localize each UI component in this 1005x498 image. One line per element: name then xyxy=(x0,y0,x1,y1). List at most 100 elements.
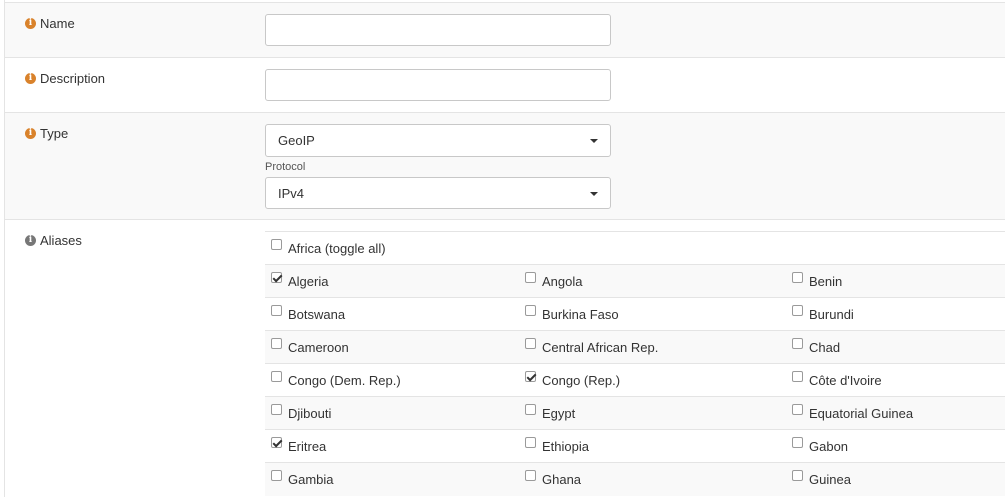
country-checkbox[interactable]: Botswana xyxy=(271,298,345,331)
type-select-value: GeoIP xyxy=(278,133,315,148)
checkbox[interactable] xyxy=(792,272,803,283)
country-label: Gambia xyxy=(288,472,334,487)
country-label: Chad xyxy=(809,340,841,355)
country-label: Burkina Faso xyxy=(542,307,619,322)
country-label: Equatorial Guinea xyxy=(809,406,914,421)
checkbox[interactable] xyxy=(792,437,803,448)
name-field-wrapper xyxy=(265,14,611,46)
country-checkbox[interactable]: Congo (Rep.) xyxy=(525,364,620,397)
checkbox[interactable] xyxy=(525,371,536,382)
name-row: i Name xyxy=(5,2,1005,58)
country-checkbox[interactable]: Eritrea xyxy=(271,430,326,463)
checkbox[interactable] xyxy=(792,404,803,415)
checkbox[interactable] xyxy=(792,305,803,316)
description-input[interactable] xyxy=(266,70,610,100)
country-label: Congo (Rep.) xyxy=(542,373,621,388)
checkbox[interactable] xyxy=(525,338,536,349)
type-select[interactable]: GeoIP xyxy=(265,124,611,157)
info-icon[interactable]: i xyxy=(25,18,36,29)
checkbox[interactable] xyxy=(271,470,282,481)
protocol-select-value: IPv4 xyxy=(278,185,305,201)
info-icon[interactable]: i xyxy=(25,128,36,139)
table-row: Botswana Burkina Faso Burundi xyxy=(265,297,1005,331)
description-row: i Description xyxy=(5,57,1005,113)
country-checkbox[interactable]: Congo (Dem. Rep.) xyxy=(271,364,401,397)
country-checkbox[interactable]: Equatorial Guinea xyxy=(792,397,913,430)
country-checkbox[interactable]: Burundi xyxy=(792,298,854,331)
type-label: i Type xyxy=(25,126,68,141)
country-checkbox[interactable]: Guinea xyxy=(792,463,851,496)
description-label-text: Description xyxy=(40,71,106,86)
country-checkbox[interactable]: Central African Rep. xyxy=(525,331,658,364)
country-checkbox[interactable]: Djibouti xyxy=(271,397,331,430)
table-row: Eritrea Ethiopia Gabon xyxy=(265,429,1005,463)
country-checkbox[interactable]: Gabon xyxy=(792,430,848,463)
country-checkbox[interactable]: Cameroon xyxy=(271,331,349,364)
table-row: Cameroon Central African Rep. Chad xyxy=(265,330,1005,364)
country-label: Burundi xyxy=(809,307,854,322)
checkbox[interactable] xyxy=(271,239,282,250)
checkbox[interactable] xyxy=(525,272,536,283)
protocol-select[interactable]: IPv4 xyxy=(265,177,611,209)
description-label: i Description xyxy=(25,71,105,86)
country-label: Gabon xyxy=(809,439,849,454)
country-checkbox[interactable]: Algeria xyxy=(271,265,328,298)
checkbox[interactable] xyxy=(792,338,803,349)
checkbox[interactable] xyxy=(525,470,536,481)
country-checkbox[interactable]: Chad xyxy=(792,331,840,364)
country-label: Botswana xyxy=(288,307,346,322)
toggle-all-label: Africa (toggle all) xyxy=(288,241,386,256)
country-label: Côte d'Ivoire xyxy=(809,373,882,388)
info-icon[interactable]: i xyxy=(25,235,36,246)
checkbox[interactable] xyxy=(525,305,536,316)
aliases-label: i Aliases xyxy=(25,233,82,248)
country-label: Benin xyxy=(809,274,843,289)
table-row: Gambia Ghana Guinea xyxy=(265,462,1005,496)
checkbox[interactable] xyxy=(271,404,282,415)
country-label: Egypt xyxy=(542,406,576,421)
checkbox[interactable] xyxy=(271,437,282,448)
alias-form: i Name i Description i Type GeoIP Protoc… xyxy=(4,0,1005,497)
info-icon[interactable]: i xyxy=(25,73,36,84)
name-label-text: Name xyxy=(40,16,75,31)
country-checkbox[interactable]: Gambia xyxy=(271,463,334,496)
table-row: Congo (Dem. Rep.) Congo (Rep.) Côte d'Ivoi… xyxy=(265,363,1005,397)
name-label: i Name xyxy=(25,16,75,31)
type-row: i Type GeoIP Protocol IPv4 xyxy=(5,112,1005,220)
caret-down-icon xyxy=(590,139,598,143)
name-input[interactable] xyxy=(266,15,610,45)
description-field-wrapper xyxy=(265,69,611,101)
country-checkbox[interactable]: Côte d'Ivoire xyxy=(792,364,882,397)
caret-down-icon xyxy=(590,192,598,196)
aliases-label-text: Aliases xyxy=(40,233,82,248)
country-checkbox[interactable]: Benin xyxy=(792,265,842,298)
checkbox[interactable] xyxy=(271,371,282,382)
table-row: Algeria Angola Benin xyxy=(265,264,1005,298)
country-label: Congo (Dem. Rep.) xyxy=(288,373,401,388)
country-checkbox[interactable]: Ghana xyxy=(525,463,581,496)
checkbox[interactable] xyxy=(525,437,536,448)
checkbox[interactable] xyxy=(271,272,282,283)
country-label: Cameroon xyxy=(288,340,349,355)
country-label: Ghana xyxy=(542,472,582,487)
country-checkbox[interactable]: Angola xyxy=(525,265,582,298)
toggle-all-checkbox[interactable]: Africa (toggle all) xyxy=(271,232,386,265)
country-label: Central African Rep. xyxy=(542,340,659,355)
table-row: Djibouti Egypt Equatorial Guinea xyxy=(265,396,1005,430)
country-checkbox[interactable]: Egypt xyxy=(525,397,575,430)
country-label: Algeria xyxy=(288,274,329,289)
country-checkbox[interactable]: Ethiopia xyxy=(525,430,589,463)
country-label: Ethiopia xyxy=(542,439,589,454)
checkbox[interactable] xyxy=(271,305,282,316)
country-label: Djibouti xyxy=(288,406,332,421)
country-label: Eritrea xyxy=(288,439,327,454)
country-checkbox[interactable]: Burkina Faso xyxy=(525,298,619,331)
checkbox[interactable] xyxy=(525,404,536,415)
type-label-text: Type xyxy=(40,126,69,141)
checkbox[interactable] xyxy=(792,371,803,382)
country-label: Guinea xyxy=(809,472,851,487)
toggle-all-row: Africa (toggle all) xyxy=(265,231,1005,265)
aliases-row: i Aliases Africa (toggle all) Algeria Ang… xyxy=(5,219,1005,498)
checkbox[interactable] xyxy=(792,470,803,481)
checkbox[interactable] xyxy=(271,338,282,349)
